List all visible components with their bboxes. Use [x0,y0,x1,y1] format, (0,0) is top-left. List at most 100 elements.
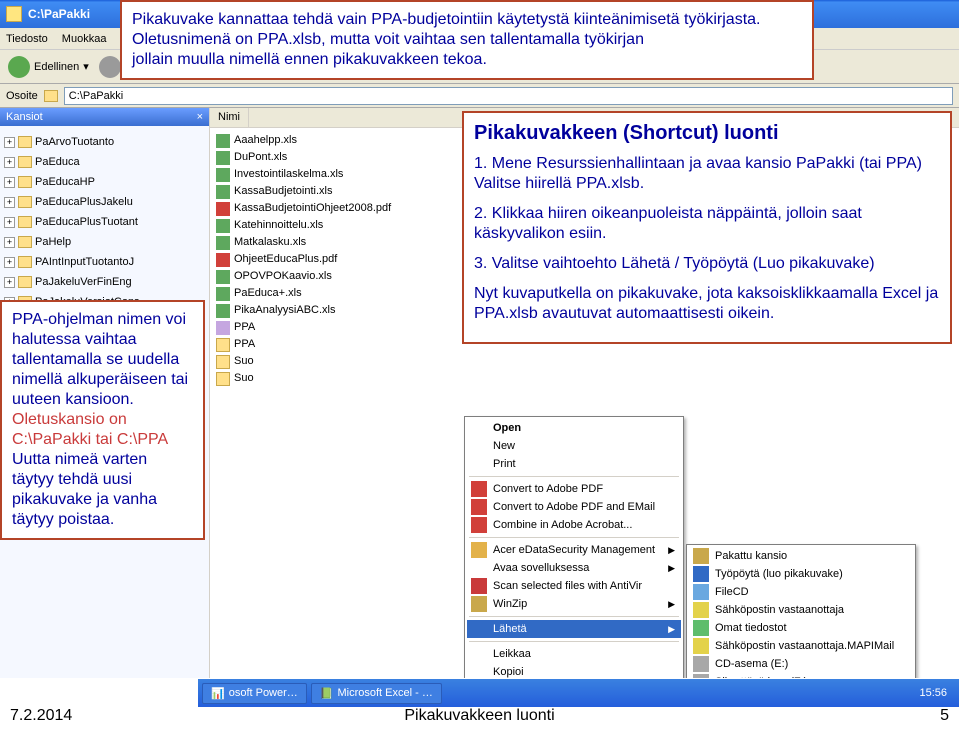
tree-folder[interactable]: +PaEducaPlusTuotant [4,212,205,232]
folder-icon [18,176,32,188]
footer-date: 7.2.2014 [10,707,72,725]
menu-icon [471,596,487,612]
expand-icon[interactable]: + [4,237,15,248]
folder-icon [18,136,32,148]
tree-folder[interactable]: +PaEducaPlusJakelu [4,192,205,212]
annotation-left: PPA-ohjelman nimen voi halutessa vaihtaa… [0,300,205,540]
footer-title: Pikakuvakkeen luonti [404,707,554,725]
submenu-item[interactable]: Pakattu kansio [689,547,913,565]
fld-icon [216,372,230,386]
folder-icon [18,216,32,228]
menu-item[interactable]: WinZip▶ [467,595,681,613]
expand-icon[interactable]: + [4,197,15,208]
submenu-arrow-icon: ▶ [668,599,675,610]
menu-icon [471,578,487,594]
submenu-item[interactable]: Työpöytä (luo pikakuvake) [689,565,913,583]
menu-icon [693,674,709,678]
menu-item[interactable]: Convert to Adobe PDF [467,480,681,498]
tree-folder[interactable]: +PaEduca [4,152,205,172]
menu-edit[interactable]: Muokkaa [62,33,107,45]
expand-icon[interactable]: + [4,157,15,168]
file-row[interactable]: Suo [216,370,953,387]
expand-icon[interactable]: + [4,217,15,228]
menu-item[interactable]: New [467,437,681,455]
submenu-item[interactable]: Siirrettävä levy (F:) [689,673,913,678]
annotation-top: Pikakuvake kannattaa tehdä vain PPA-budj… [120,0,814,80]
folder-icon [6,6,22,22]
menu-icon [693,602,709,618]
annotation-right: Pikakuvakkeen (Shortcut) luonti 1. Mene … [462,111,952,344]
menu-item[interactable]: Leikkaa [467,645,681,663]
menu-icon [693,638,709,654]
menu-icon [471,499,487,515]
xls-icon [216,168,230,182]
folder-icon [18,236,32,248]
folder-icon [18,256,32,268]
fld-icon [216,355,230,369]
xls-icon [216,304,230,318]
menu-item[interactable]: Kopioi [467,663,681,678]
menu-item[interactable]: Open [467,419,681,437]
close-icon[interactable]: × [197,111,203,123]
pdf-icon [216,202,230,216]
expand-icon[interactable]: + [4,177,15,188]
forward-button[interactable] [99,56,121,78]
menu-item[interactable]: Acer eDataSecurity Management▶ [467,541,681,559]
submenu-item[interactable]: Sähköpostin vastaanottaja.MAPIMail [689,637,913,655]
xls-icon [216,151,230,165]
sendto-submenu: Pakattu kansioTyöpöytä (luo pikakuvake)F… [686,544,916,678]
submenu-item[interactable]: FileCD [689,583,913,601]
address-input[interactable] [64,87,953,105]
expand-icon[interactable]: + [4,257,15,268]
menu-icon [471,481,487,497]
system-clock: 15:56 [911,687,955,699]
menu-icon [693,548,709,564]
menu-item[interactable]: Scan selected files with AntiVir [467,577,681,595]
taskbar-button-excel[interactable]: 📗 Microsoft Excel - … [311,683,442,704]
menu-icon [693,620,709,636]
submenu-item[interactable]: CD-asema (E:) [689,655,913,673]
expand-icon[interactable]: + [4,137,15,148]
back-icon [8,56,30,78]
tree-folder[interactable]: +PaJakeluVerFinEng [4,272,205,292]
menu-item[interactable]: Convert to Adobe PDF and EMail [467,498,681,516]
submenu-item[interactable]: Sähköpostin vastaanottaja [689,601,913,619]
menu-file[interactable]: Tiedosto [6,33,48,45]
expand-icon[interactable]: + [4,277,15,288]
folder-icon [44,90,58,102]
back-button[interactable]: Edellinen ▾ [8,56,89,78]
footer-page: 5 [940,707,949,725]
menu-icon [693,584,709,600]
submenu-item[interactable]: Omat tiedostot [689,619,913,637]
submenu-arrow-icon: ▶ [668,563,675,574]
menu-icon [693,656,709,672]
tree-folder[interactable]: +PaHelp [4,232,205,252]
menu-icon [471,542,487,558]
address-label: Osoite [6,90,38,102]
xls-icon [216,287,230,301]
menu-item[interactable]: Avaa sovelluksessa▶ [467,559,681,577]
file-row[interactable]: Suo [216,353,953,370]
window-title: C:\PaPakki [28,7,90,21]
context-menu: OpenNewPrint Convert to Adobe PDFConvert … [464,416,684,678]
menu-icon [471,517,487,533]
menu-item[interactable]: Print [467,455,681,473]
submenu-arrow-icon: ▶ [668,624,675,635]
annotation-title: Pikakuvakkeen (Shortcut) luonti [474,121,940,146]
xls-icon [216,236,230,250]
folder-icon [18,196,32,208]
submenu-arrow-icon: ▶ [668,545,675,556]
tree-folder[interactable]: +PaEducaHP [4,172,205,192]
tree-folder[interactable]: +PaArvoTuotanto [4,132,205,152]
menu-item[interactable]: Combine in Adobe Acrobat... [467,516,681,534]
xls-icon [216,219,230,233]
panel-header: Kansiot × [0,108,209,126]
folder-icon [18,276,32,288]
address-bar: Osoite [0,84,959,108]
menu-item[interactable]: Lähetä▶ [467,620,681,638]
fld-icon [216,338,230,352]
pdf-icon [216,253,230,267]
xls-icon [216,185,230,199]
tree-folder[interactable]: +PAIntInputTuotantoJ [4,252,205,272]
taskbar-button-powerpoint[interactable]: 📊 osoft Power… [202,683,307,704]
